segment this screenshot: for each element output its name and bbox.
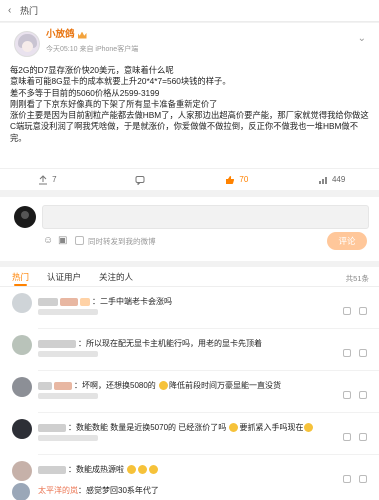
comment-input[interactable] (42, 205, 369, 229)
comment-meta (38, 309, 368, 317)
comment-meta (38, 351, 368, 359)
post-line: 刚刚看了下京东好像真的下架了所有显卡准备重新定价了 (10, 98, 218, 109)
member-crown-icon (77, 31, 87, 39)
commenter-avatar[interactable] (12, 483, 30, 500)
comment-total: 共51条 (345, 274, 369, 283)
comment-content: ：所以现在配无显卡主机能行吗，用老的显卡先顶着 (78, 339, 262, 348)
comment-item: ：数能数能 数量是近换5070的 已经涨价了吗 要抓紧入手吗现在 (0, 413, 379, 455)
reply-icon[interactable] (343, 349, 351, 357)
emoji-icon (229, 423, 239, 433)
views-count: 449 (331, 175, 346, 184)
emoji-icon (159, 381, 169, 391)
emoji-icon (138, 465, 148, 475)
author-name[interactable]: 小放鸽 (46, 29, 75, 41)
image-icon[interactable]: ▣ (58, 235, 69, 246)
comment-actions (343, 433, 367, 441)
like-icon[interactable] (359, 391, 367, 399)
emoji-icon (127, 465, 137, 475)
author-row: 小放鸽 今天05:10 来自 iPhone客户端 (10, 29, 369, 63)
like-count: 70 (239, 175, 249, 184)
commenter-avatar[interactable] (12, 461, 32, 481)
comment-composer: ☺ ▣ 同时转发到我的微博 评论 (0, 197, 379, 261)
comment-item: ：坏啊，还想换5080的 降低前段时间万豪显能一直没货 (0, 371, 379, 413)
repost-button[interactable]: 7 (0, 169, 95, 190)
comment-content: ：感觉梦回30系年代了 (78, 486, 159, 495)
repost-icon (39, 174, 48, 184)
comment-content-tail: 降低前段时间万豪显能一直没货 (169, 381, 282, 390)
commenter-name[interactable]: 太平洋的岚 (38, 486, 78, 495)
comment-item: ：所以现在配无显卡主机能行吗，用老的显卡先顶着 (0, 329, 379, 371)
comment-actions (343, 391, 367, 399)
comment-actions (343, 307, 367, 315)
emoji-icon (149, 465, 159, 475)
author-meta: 小放鸽 今天05:10 来自 iPhone客户端 (46, 29, 138, 54)
comment-meta (38, 435, 368, 443)
like-button[interactable]: 70 (190, 169, 285, 190)
comment-text: ：坏啊，还想换5080的 降低前段时间万豪显能一直没货 (38, 380, 281, 391)
comment-text: ：所以现在配无显卡主机能行吗，用老的显卡先顶着 (38, 338, 262, 349)
submit-comment-button[interactable]: 评论 (327, 232, 367, 250)
page-tag: 热门 (20, 6, 39, 16)
commenter-avatar[interactable] (12, 293, 32, 313)
reply-icon[interactable] (343, 433, 351, 441)
like-icon[interactable] (359, 433, 367, 441)
repost-count: 7 (52, 175, 57, 184)
commenter-avatar[interactable] (12, 419, 32, 439)
top-bar: ‹ 热门 (0, 0, 379, 22)
weibo-post: 小放鸽 今天05:10 来自 iPhone客户端 ⌄ 每2G的D7显存涨价快20… (0, 23, 379, 190)
author-avatar[interactable] (14, 31, 40, 57)
post-line: 差不多等于目前的5060价格从2599-3199 (10, 87, 160, 98)
like-icon[interactable] (359, 307, 367, 315)
thumbs-up-icon (226, 175, 235, 184)
like-icon[interactable] (359, 349, 367, 357)
views-chart-icon (318, 176, 327, 184)
chevron-left-icon[interactable]: ‹ (8, 5, 18, 16)
comment-text: ：数能数能 数量是近换5070的 已经涨价了吗 要抓紧入手吗现在 (38, 422, 314, 433)
comment-text: 太平洋的岚：感觉梦回30系年代了 (38, 485, 159, 496)
comment-actions (343, 349, 367, 357)
comment-icon (135, 175, 145, 185)
post-meta: 今天05:10 来自 iPhone客户端 (46, 46, 139, 53)
comment-item: ：数能成热源啦 (0, 455, 379, 483)
emoji-icon (304, 423, 314, 433)
commenter-avatar[interactable] (12, 335, 32, 355)
comment-button[interactable] (95, 169, 190, 190)
views-indicator: 449 (284, 169, 379, 190)
comment-content: ：二手中端老卡会涨吗 (92, 297, 172, 306)
comments-section: 热门 认证用户 关注的人 共51条 ：二手中端老卡会涨吗 ：所以现在配无显卡主机… (0, 267, 379, 500)
current-user-avatar[interactable] (14, 206, 36, 228)
reply-icon[interactable] (343, 307, 351, 315)
tab-hot[interactable]: 热门 (12, 267, 29, 287)
comment-content: ：坏啊，还想换5080的 (74, 381, 156, 390)
comment-meta (38, 393, 368, 401)
comment-item: ：二手中端老卡会涨吗 (0, 287, 379, 329)
post-line: 意味着可能8G显卡的成本就要上升20*4*7=560块钱的样子。 (10, 76, 231, 87)
comment-content: ：数能成热源啦 (68, 465, 124, 474)
comment-tabs: 热门 认证用户 关注的人 共51条 (0, 267, 379, 287)
comment-content-tail: 要抓紧入手吗现在 (239, 423, 304, 432)
tab-verified-users[interactable]: 认证用户 (47, 267, 81, 287)
repost-checkbox[interactable] (75, 236, 84, 245)
comment-content: ：数能数能 数量是近换5070的 已经涨价了吗 (68, 423, 227, 432)
reply-icon[interactable] (343, 391, 351, 399)
author-name-row[interactable]: 小放鸽 (46, 29, 138, 41)
tab-following[interactable]: 关注的人 (99, 267, 133, 287)
comment-item: 太平洋的岚：感觉梦回30系年代了 (0, 481, 379, 500)
post-line: 涨价主要是因为目前割粒产能都去做HBM了，人家那边出超高价要产能，那厂家就觉得我… (10, 110, 369, 143)
more-options-icon[interactable]: ⌄ (358, 33, 367, 44)
comment-text: ：二手中端老卡会涨吗 (38, 296, 172, 307)
post-body: 每2G的D7显存涨价快20美元，意味着什么呢 意味着可能8G显卡的成本就要上升2… (10, 65, 369, 144)
emoji-icon[interactable]: ☺ (43, 235, 54, 246)
repost-checkbox-label: 同时转发到我的微博 (88, 237, 156, 246)
commenter-avatar[interactable] (12, 377, 32, 397)
comment-text: ：数能成热源啦 (38, 464, 159, 475)
post-actions: 7 70 449 (0, 168, 379, 190)
post-line: 每2G的D7显存涨价快20美元，意味着什么呢 (10, 65, 174, 75)
